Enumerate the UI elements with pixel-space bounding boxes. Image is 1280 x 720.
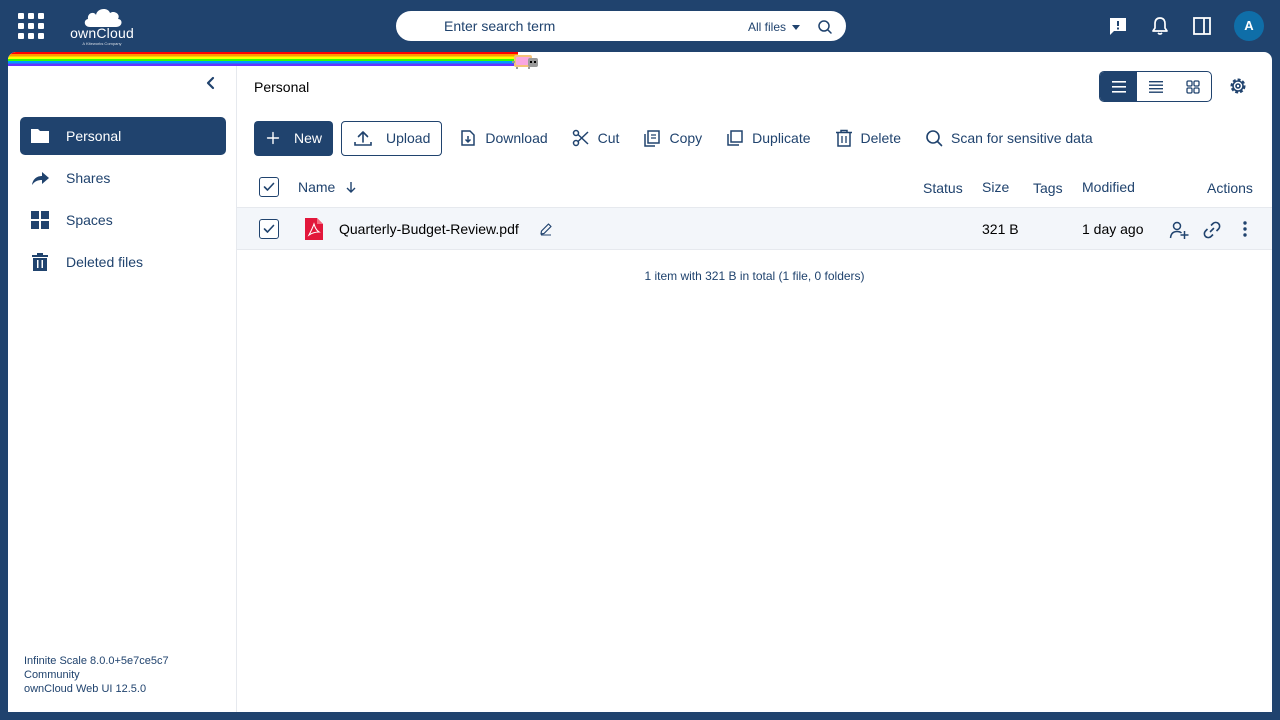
plus-icon xyxy=(266,131,280,145)
duplicate-button-label: Duplicate xyxy=(752,130,811,146)
duplicate-button[interactable]: Duplicate xyxy=(726,121,811,156)
gear-icon[interactable] xyxy=(1228,76,1248,96)
version-info: Infinite Scale 8.0.0+5e7ce5c7 Community … xyxy=(24,654,169,696)
search-icon xyxy=(926,130,943,147)
view-tiles-button[interactable] xyxy=(1174,72,1211,101)
download-icon xyxy=(461,130,476,146)
sidebar-item-deleted-files[interactable]: Deleted files xyxy=(20,243,226,281)
column-header-modified[interactable]: Modified xyxy=(1082,179,1135,195)
file-name[interactable]: Quarterly-Budget-Review.pdf xyxy=(339,221,519,237)
notifications-bell-icon[interactable] xyxy=(1149,15,1171,37)
more-actions-icon[interactable] xyxy=(1236,220,1254,238)
scissors-icon xyxy=(572,129,589,147)
content-area: Personal New Upload Download Cut Copy Du… xyxy=(237,52,1272,712)
checkmark-icon xyxy=(263,182,275,191)
delete-button[interactable]: Delete xyxy=(835,121,901,156)
add-share-icon[interactable] xyxy=(1169,220,1189,239)
search-input[interactable] xyxy=(444,18,724,34)
column-header-tags: Tags xyxy=(1033,180,1063,196)
column-header-actions: Actions xyxy=(1207,180,1253,196)
table-row[interactable]: Quarterly-Budget-Review.pdf 321 B 1 day … xyxy=(237,208,1272,250)
files-table: Name Status Size Tags Modified Actions Q… xyxy=(237,168,1272,283)
column-name-label: Name xyxy=(298,179,336,195)
cut-button-label: Cut xyxy=(597,130,620,146)
file-actions-toolbar: New Upload Download Cut Copy Duplicate D… xyxy=(254,120,1117,156)
sidebar: Personal Shares Spaces Deleted files Inf… xyxy=(8,52,237,712)
upload-icon xyxy=(354,131,372,146)
folder-icon xyxy=(31,129,49,143)
breadcrumb[interactable]: Personal xyxy=(254,79,309,95)
new-button-label: New xyxy=(294,130,323,146)
sidebar-item-label: Personal xyxy=(66,128,122,144)
search-scope-dropdown[interactable]: All files xyxy=(748,20,801,34)
file-modified: 1 day ago xyxy=(1082,221,1144,237)
caret-down-icon xyxy=(792,25,801,31)
version-line: ownCloud Web UI 12.5.0 xyxy=(24,683,147,695)
select-all-checkbox[interactable] xyxy=(259,177,279,197)
download-button-label: Download xyxy=(485,130,548,146)
download-button[interactable]: Download xyxy=(459,121,548,156)
condensed-list-icon xyxy=(1148,80,1163,93)
sidebar-item-shares[interactable]: Shares xyxy=(20,159,226,197)
new-button[interactable]: New xyxy=(254,120,334,156)
column-header-name[interactable]: Name xyxy=(298,179,357,195)
upload-button[interactable]: Upload xyxy=(341,120,443,156)
chevron-left-icon[interactable] xyxy=(204,76,218,90)
tiles-icon xyxy=(1185,79,1200,94)
top-bar: ownCloud A Kiteworks Company All files A xyxy=(0,0,1280,52)
column-header-size[interactable]: Size xyxy=(982,179,1009,195)
file-size: 321 B xyxy=(982,221,1019,237)
user-avatar[interactable]: A xyxy=(1234,11,1264,41)
owncloud-logo[interactable]: ownCloud A Kiteworks Company xyxy=(66,5,138,46)
row-checkbox[interactable] xyxy=(259,219,279,239)
sidebar-item-personal[interactable]: Personal xyxy=(20,117,226,155)
search-icon[interactable] xyxy=(816,18,834,36)
view-condensed-button[interactable] xyxy=(1137,72,1174,101)
sidebar-item-spaces[interactable]: Spaces xyxy=(20,201,226,239)
arrow-down-icon xyxy=(346,182,356,193)
table-header: Name Status Size Tags Modified Actions xyxy=(237,168,1272,208)
trash-icon xyxy=(32,253,48,271)
link-icon[interactable] xyxy=(1202,220,1221,239)
search-bar: All files xyxy=(395,10,847,42)
cut-button[interactable]: Cut xyxy=(572,121,620,156)
main-frame: Personal Shares Spaces Deleted files Inf… xyxy=(8,52,1272,712)
duplicate-icon xyxy=(727,130,743,146)
sidebar-nav: Personal Shares Spaces Deleted files xyxy=(20,117,226,285)
sidebar-item-label: Deleted files xyxy=(66,254,144,270)
pencil-icon[interactable] xyxy=(539,222,553,236)
version-line: Community xyxy=(24,669,80,681)
feedback-icon[interactable] xyxy=(1107,15,1129,37)
brand-name: ownCloud xyxy=(70,25,134,41)
app-switcher-icon[interactable] xyxy=(18,13,44,39)
copy-button[interactable]: Copy xyxy=(643,121,702,156)
pdf-file-icon xyxy=(305,218,323,240)
list-icon xyxy=(1111,80,1126,93)
column-header-status: Status xyxy=(923,180,963,196)
brand-tagline: A Kiteworks Company xyxy=(82,41,122,46)
scan-button-label: Scan for sensitive data xyxy=(950,130,1093,146)
copy-icon xyxy=(644,130,661,147)
spaces-icon xyxy=(31,211,49,229)
version-line: Infinite Scale 8.0.0+5e7ce5c7 xyxy=(24,655,169,667)
scan-sensitive-data-button[interactable]: Scan for sensitive data xyxy=(925,121,1093,156)
view-list-button[interactable] xyxy=(1100,72,1137,101)
sidebar-item-label: Shares xyxy=(66,170,111,186)
sidebar-item-label: Spaces xyxy=(66,212,113,228)
upload-button-label: Upload xyxy=(386,130,431,146)
delete-button-label: Delete xyxy=(860,130,901,146)
checkmark-icon xyxy=(263,224,275,233)
copy-button-label: Copy xyxy=(669,130,703,146)
search-scope-label: All files xyxy=(748,20,787,34)
side-panel-toggle-icon[interactable] xyxy=(1191,15,1213,37)
share-icon xyxy=(32,172,49,185)
view-mode-switch xyxy=(1099,71,1212,102)
files-summary: 1 item with 321 B in total (1 file, 0 fo… xyxy=(644,269,865,283)
trash-icon xyxy=(835,129,852,147)
